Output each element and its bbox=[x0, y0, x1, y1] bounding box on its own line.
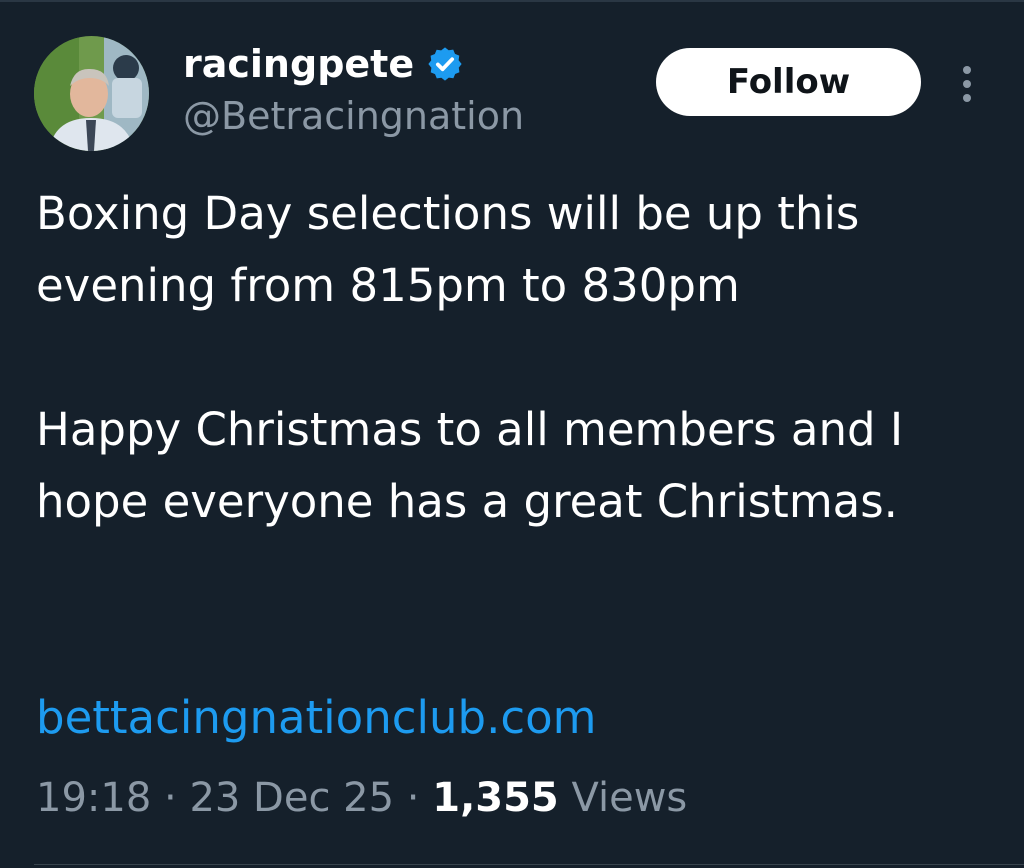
author-info: racingpete @Betracingnation bbox=[183, 40, 524, 144]
tweet-paragraph: Happy Christmas to all members and I hop… bbox=[36, 403, 904, 528]
tweet-meta: 19:18 · 23 Dec 25 · 1,355 Views bbox=[36, 768, 687, 828]
verified-badge-icon bbox=[426, 45, 464, 83]
user-handle[interactable]: @Betracingnation bbox=[183, 88, 524, 144]
tweet-body: Boxing Day selections will be up this ev… bbox=[36, 178, 996, 538]
views-label: Views bbox=[571, 775, 688, 821]
views-count: 1,355 bbox=[432, 775, 559, 821]
tweet-link[interactable]: bettacingnationclub.com bbox=[36, 682, 596, 754]
more-options-icon[interactable] bbox=[950, 62, 984, 106]
avatar-image bbox=[34, 36, 149, 151]
display-name[interactable]: racingpete bbox=[183, 40, 414, 88]
bottom-divider bbox=[34, 864, 1024, 865]
name-row: racingpete bbox=[183, 40, 524, 88]
avatar[interactable] bbox=[34, 36, 149, 151]
tweet-card: racingpete @Betracingnation Follow Boxin… bbox=[0, 0, 1024, 868]
tweet-time[interactable]: 19:18 bbox=[36, 775, 151, 821]
follow-button[interactable]: Follow bbox=[656, 48, 921, 116]
meta-separator: · bbox=[394, 775, 433, 821]
tweet-paragraph: Boxing Day selections will be up this ev… bbox=[36, 187, 860, 312]
meta-separator: · bbox=[151, 775, 190, 821]
tweet-date[interactable]: 23 Dec 25 bbox=[189, 775, 394, 821]
top-divider bbox=[0, 0, 1024, 2]
